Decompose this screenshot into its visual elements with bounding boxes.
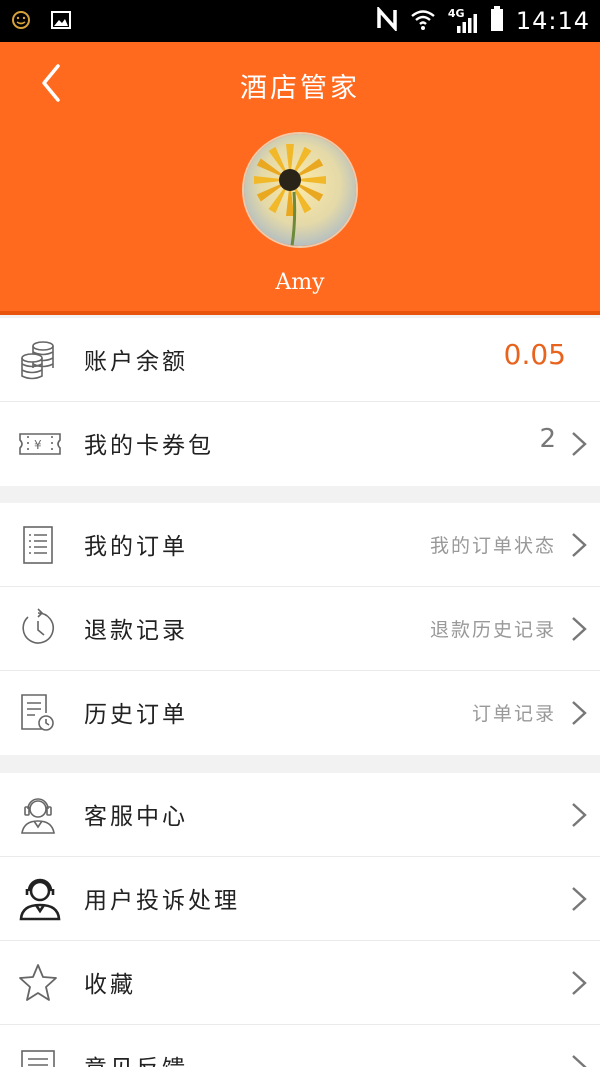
username: Amy — [275, 270, 325, 295]
my-orders-row[interactable]: 我的订单 我的订单状态 — [0, 503, 600, 587]
battery-icon — [490, 6, 504, 36]
coupons-row[interactable]: ¥ 我的卡券包 2 — [0, 402, 600, 486]
feedback-icon — [18, 1045, 58, 1067]
star-icon — [18, 961, 58, 1005]
orders-section: 我的订单 我的订单状态 退款记录 退款历史记录 历史订单 订单记录 — [0, 503, 600, 755]
clock: 14:14 — [515, 7, 590, 35]
balance-label: 账户余额 — [84, 349, 188, 375]
chevron-right-icon — [572, 432, 587, 456]
chevron-right-icon — [572, 701, 587, 725]
page-title: 酒店管家 — [240, 73, 360, 104]
avatar[interactable] — [242, 132, 358, 248]
favorites-label: 收藏 — [84, 972, 136, 998]
refund-records-value: 退款历史记录 — [429, 619, 556, 641]
my-orders-label: 我的订单 — [84, 534, 188, 560]
user-headset-icon — [18, 877, 61, 921]
status-bar: 4G 14:14 — [0, 0, 600, 42]
chevron-right-icon — [572, 971, 587, 995]
history-orders-row[interactable]: 历史订单 订单记录 — [0, 671, 600, 755]
account-section: 账户余额 0.05 ¥ 我的卡券包 2 — [0, 318, 600, 486]
emoji-icon — [10, 9, 32, 35]
signal-icon: 4G — [448, 7, 478, 33]
balance-value: 0.05 — [503, 338, 566, 371]
complaint-row[interactable]: 用户投诉处理 — [0, 857, 600, 941]
headset-icon — [18, 793, 58, 837]
coins-icon — [18, 338, 58, 382]
document-clock-icon — [18, 691, 58, 735]
complaint-label: 用户投诉处理 — [84, 888, 240, 914]
feedback-row[interactable]: 意见反馈 — [0, 1025, 600, 1067]
balance-row[interactable]: 账户余额 0.05 — [0, 318, 600, 402]
history-orders-value: 订单记录 — [471, 703, 556, 725]
history-clock-icon — [18, 607, 58, 651]
coupons-count: 2 — [539, 424, 556, 454]
coupons-label: 我的卡券包 — [84, 433, 214, 459]
list-icon — [18, 523, 58, 567]
customer-service-label: 客服中心 — [84, 804, 188, 830]
my-orders-value: 我的订单状态 — [429, 535, 556, 557]
chevron-right-icon — [572, 803, 587, 827]
nfc-icon — [376, 5, 398, 35]
feedback-label: 意见反馈 — [84, 1049, 188, 1067]
chevron-right-icon — [572, 617, 587, 641]
history-orders-label: 历史订单 — [84, 702, 188, 728]
image-icon — [50, 9, 72, 35]
chevron-right-icon — [572, 533, 587, 557]
favorites-row[interactable]: 收藏 — [0, 941, 600, 1025]
services-section: 客服中心 用户投诉处理 收藏 — [0, 773, 600, 1067]
ticket-icon: ¥ — [18, 422, 61, 466]
svg-text:¥: ¥ — [34, 438, 42, 452]
refund-records-row[interactable]: 退款记录 退款历史记录 — [0, 587, 600, 671]
header-divider — [0, 311, 600, 315]
customer-service-row[interactable]: 客服中心 — [0, 773, 600, 857]
wifi-icon — [410, 7, 436, 35]
chevron-right-icon — [572, 1055, 587, 1067]
chevron-right-icon — [572, 887, 587, 911]
refund-records-label: 退款记录 — [84, 618, 188, 644]
